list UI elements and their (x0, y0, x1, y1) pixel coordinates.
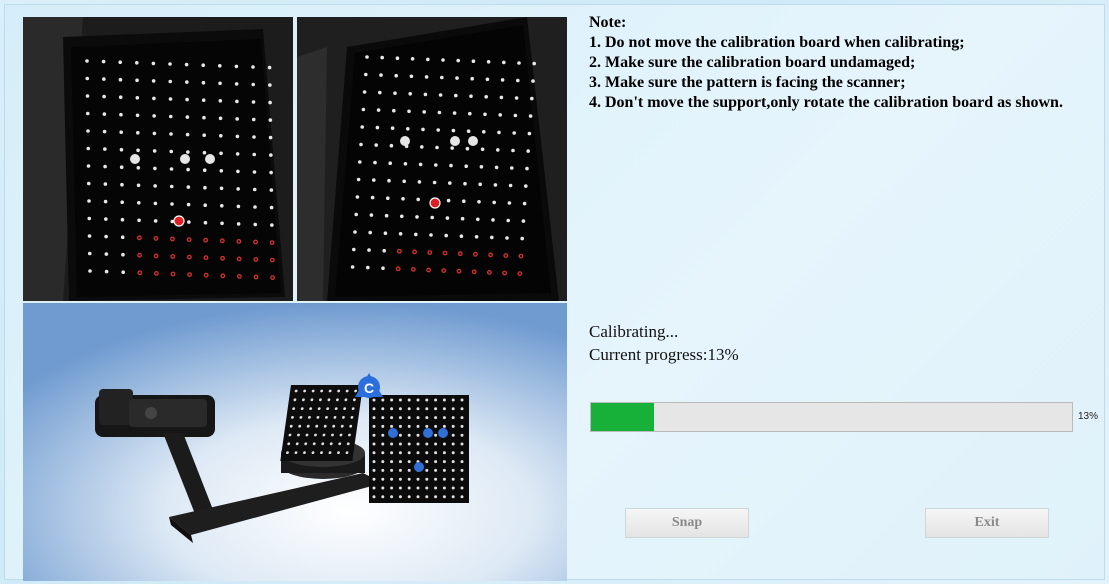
progress-bar-fill (591, 403, 654, 431)
status-text: Calibrating... Current progress:13% (589, 320, 739, 366)
note-item: 3. Make sure the pattern is facing the s… (589, 74, 906, 91)
left-camera-view (23, 17, 293, 301)
note-item: 1. Do not move the calibration board whe… (589, 34, 965, 51)
progress-bar (590, 402, 1073, 432)
svg-text:C: C (364, 380, 374, 396)
note-panel: Note: 1. Do not move the calibration boa… (589, 13, 1099, 113)
note-item: 4. Don't move the support,only rotate th… (589, 94, 1063, 111)
note-list: 1. Do not move the calibration board whe… (589, 33, 1099, 113)
scanner-illustration: C (23, 303, 567, 581)
snap-button[interactable]: Snap (625, 508, 749, 538)
note-title: Note: (589, 14, 627, 31)
exit-button[interactable]: Exit (925, 508, 1049, 538)
status-current-progress: Current progress:13% (589, 345, 739, 364)
note-item: 2. Make sure the calibration board undam… (589, 54, 916, 71)
calibration-board-large (369, 395, 469, 503)
calibration-window: C Note: 1. Do not move the calibration b… (4, 4, 1105, 581)
progress-percent-label: 13% (1078, 411, 1099, 422)
calibration-board-small (280, 385, 363, 461)
right-camera-view (297, 17, 567, 301)
status-calibrating: Calibrating... (589, 322, 679, 341)
